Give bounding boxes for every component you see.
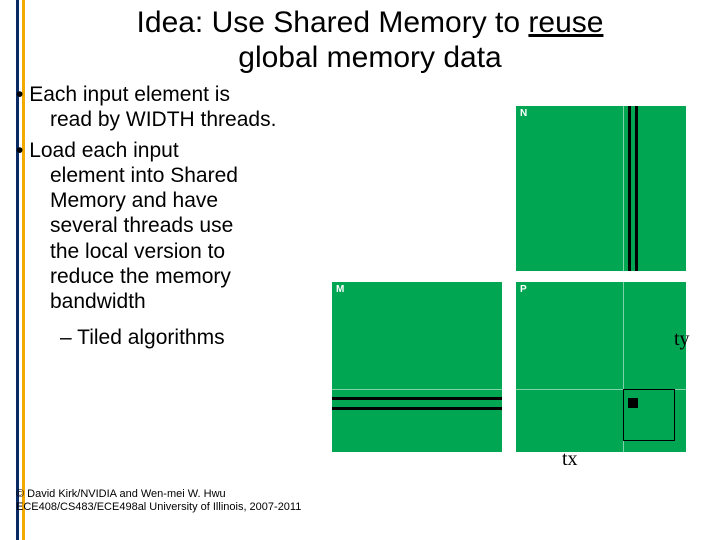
- width-label-m: WIDTH: [432, 472, 470, 483]
- bullet-2-line4: several threads use: [16, 213, 326, 239]
- matrix-p: P: [516, 282, 686, 452]
- bullet-2-line7: bandwidth: [16, 289, 326, 315]
- n-col-2: [635, 106, 638, 271]
- matrix-m-sep: [332, 389, 502, 390]
- n-col-1: [628, 106, 631, 271]
- p-tile: [623, 389, 675, 441]
- width-label-n: WIDTH: [688, 166, 699, 204]
- bullet-2-line2: element into Shared: [16, 163, 326, 189]
- bullet-1: Each input element is read by WIDTH thre…: [16, 82, 326, 134]
- bullet-1-line1: Each input element is: [29, 83, 230, 106]
- bullet-2-line1: Load each input: [29, 139, 178, 162]
- width-label-p: WIDTH: [602, 472, 640, 483]
- ty-label: ty: [674, 328, 690, 351]
- copyright-line1: © David Kirk/NVIDIA and Wen-mei W. Hwu: [16, 488, 301, 501]
- slide-title: Idea: Use Shared Memory to reuse global …: [90, 6, 650, 75]
- title-line2: global memory data: [238, 41, 501, 74]
- p-tile-element: [628, 398, 638, 408]
- bullet-2-line3: Memory and have: [16, 188, 326, 214]
- bullet-2-line6: reduce the memory: [16, 264, 326, 290]
- sub-bullet-1: Tiled algorithms: [16, 325, 326, 351]
- width-label-p-vert: WIDTH: [688, 374, 699, 412]
- m-row-1: [332, 397, 502, 400]
- title-reuse: reuse: [528, 6, 603, 39]
- matrix-n-label: N: [520, 108, 527, 119]
- copyright: © David Kirk/NVIDIA and Wen-mei W. Hwu E…: [16, 488, 301, 514]
- matrix-m-label: M: [336, 284, 344, 295]
- diagram: N WIDTH M P ty WIDTH tx WIDTH WIDTH: [332, 92, 712, 512]
- bullet-2-line5: the local version to: [16, 239, 326, 265]
- m-row-2: [332, 407, 502, 410]
- matrix-m: M: [332, 282, 502, 452]
- matrix-p-label: P: [520, 284, 527, 295]
- matrix-n-sep: [623, 106, 624, 271]
- bullet-2: Load each input element into Shared Memo…: [16, 138, 326, 316]
- bullet-list: Each input element is read by WIDTH thre…: [16, 82, 326, 352]
- matrix-n: N: [516, 106, 686, 271]
- tx-label: tx: [562, 448, 578, 471]
- bullet-1-line2: read by WIDTH threads.: [16, 107, 326, 133]
- title-prefix: Idea: Use Shared Memory to: [137, 6, 529, 39]
- copyright-line2: ECE408/CS483/ECE498al University of Illi…: [16, 501, 301, 514]
